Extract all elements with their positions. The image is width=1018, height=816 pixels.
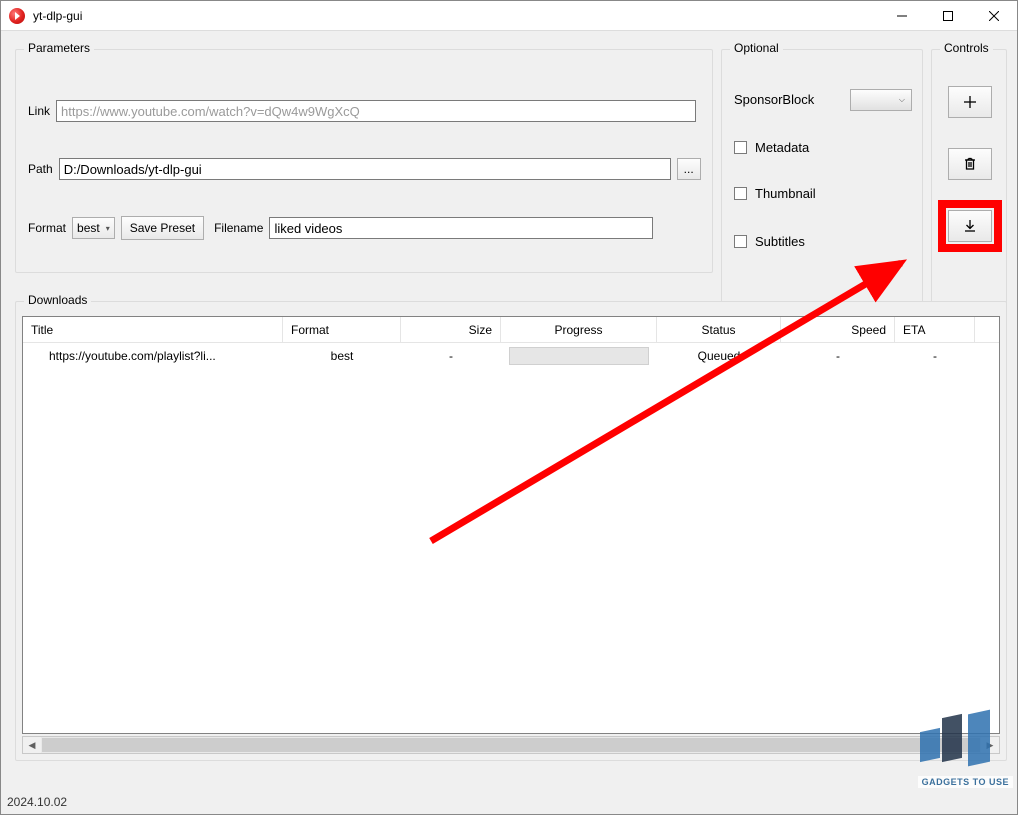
minimize-button[interactable] [879, 1, 925, 31]
thumbnail-label: Thumbnail [755, 186, 816, 201]
sponsorblock-label: SponsorBlock [734, 92, 814, 107]
maximize-button[interactable] [925, 1, 971, 31]
cell-size: - [401, 345, 501, 367]
filename-label: Filename [214, 221, 263, 235]
scroll-right-icon[interactable]: ▶ [981, 737, 999, 753]
controls-legend: Controls [940, 41, 993, 55]
table-header: Title Format Size Progress Status Speed … [23, 317, 999, 343]
app-icon [9, 8, 25, 24]
parameters-legend: Parameters [24, 41, 94, 55]
subtitles-checkbox[interactable] [734, 235, 747, 248]
browse-button[interactable]: ... [677, 158, 701, 180]
window-controls [879, 1, 1017, 31]
controls-group: Controls [931, 49, 1007, 315]
close-button[interactable] [971, 1, 1017, 31]
cell-title: https://youtube.com/playlist?li... [23, 345, 283, 367]
cell-eta: - [895, 345, 975, 367]
path-label: Path [28, 162, 53, 176]
scroll-thumb[interactable] [42, 738, 980, 752]
save-preset-button[interactable]: Save Preset [121, 216, 204, 240]
scroll-left-icon[interactable]: ◀ [23, 737, 41, 753]
status-bar: 2024.10.02 [1, 790, 1017, 814]
optional-legend: Optional [730, 41, 783, 55]
metadata-label: Metadata [755, 140, 809, 155]
link-input[interactable] [56, 100, 696, 122]
format-selected-value: best [77, 221, 100, 235]
client-area: Parameters Link Path ... Format best ▾ S… [1, 31, 1017, 790]
progress-bar [509, 347, 649, 365]
col-progress[interactable]: Progress [501, 317, 657, 342]
col-status[interactable]: Status [657, 317, 781, 342]
cell-progress [501, 343, 657, 369]
downloads-group: Downloads Title Format Size Progress Sta… [15, 301, 1007, 761]
parameters-group: Parameters Link Path ... Format best ▾ S… [15, 49, 713, 273]
cell-status: Queued [657, 345, 781, 367]
optional-group: Optional SponsorBlock ⌵ Metadata Thumbna… [721, 49, 923, 315]
download-button[interactable] [948, 210, 992, 242]
downloads-table: Title Format Size Progress Status Speed … [22, 316, 1000, 734]
path-input[interactable] [59, 158, 671, 180]
titlebar: yt-dlp-gui [1, 1, 1017, 31]
thumbnail-checkbox[interactable] [734, 187, 747, 200]
sponsorblock-select[interactable]: ⌵ [850, 89, 912, 111]
plus-icon [962, 94, 978, 110]
table-row[interactable]: https://youtube.com/playlist?li... best … [23, 343, 999, 369]
col-eta[interactable]: ETA [895, 317, 975, 342]
col-speed[interactable]: Speed [781, 317, 895, 342]
download-icon [962, 218, 978, 234]
window-title: yt-dlp-gui [33, 9, 82, 23]
format-select[interactable]: best ▾ [72, 217, 115, 239]
col-format[interactable]: Format [283, 317, 401, 342]
scroll-track[interactable] [41, 737, 981, 753]
trash-icon [962, 156, 978, 172]
cell-format: best [283, 345, 401, 367]
subtitles-label: Subtitles [755, 234, 805, 249]
chevron-down-icon: ▾ [106, 224, 110, 233]
col-title[interactable]: Title [23, 317, 283, 342]
col-size[interactable]: Size [401, 317, 501, 342]
version-text: 2024.10.02 [7, 795, 67, 809]
delete-button[interactable] [948, 148, 992, 180]
link-label: Link [28, 104, 50, 118]
add-button[interactable] [948, 86, 992, 118]
horizontal-scrollbar[interactable]: ◀ ▶ [22, 736, 1000, 754]
filename-input[interactable] [269, 217, 653, 239]
cell-speed: - [781, 345, 895, 367]
downloads-legend: Downloads [24, 293, 91, 307]
format-label: Format [28, 221, 66, 235]
metadata-checkbox[interactable] [734, 141, 747, 154]
chevron-down-icon: ⌵ [899, 95, 905, 105]
